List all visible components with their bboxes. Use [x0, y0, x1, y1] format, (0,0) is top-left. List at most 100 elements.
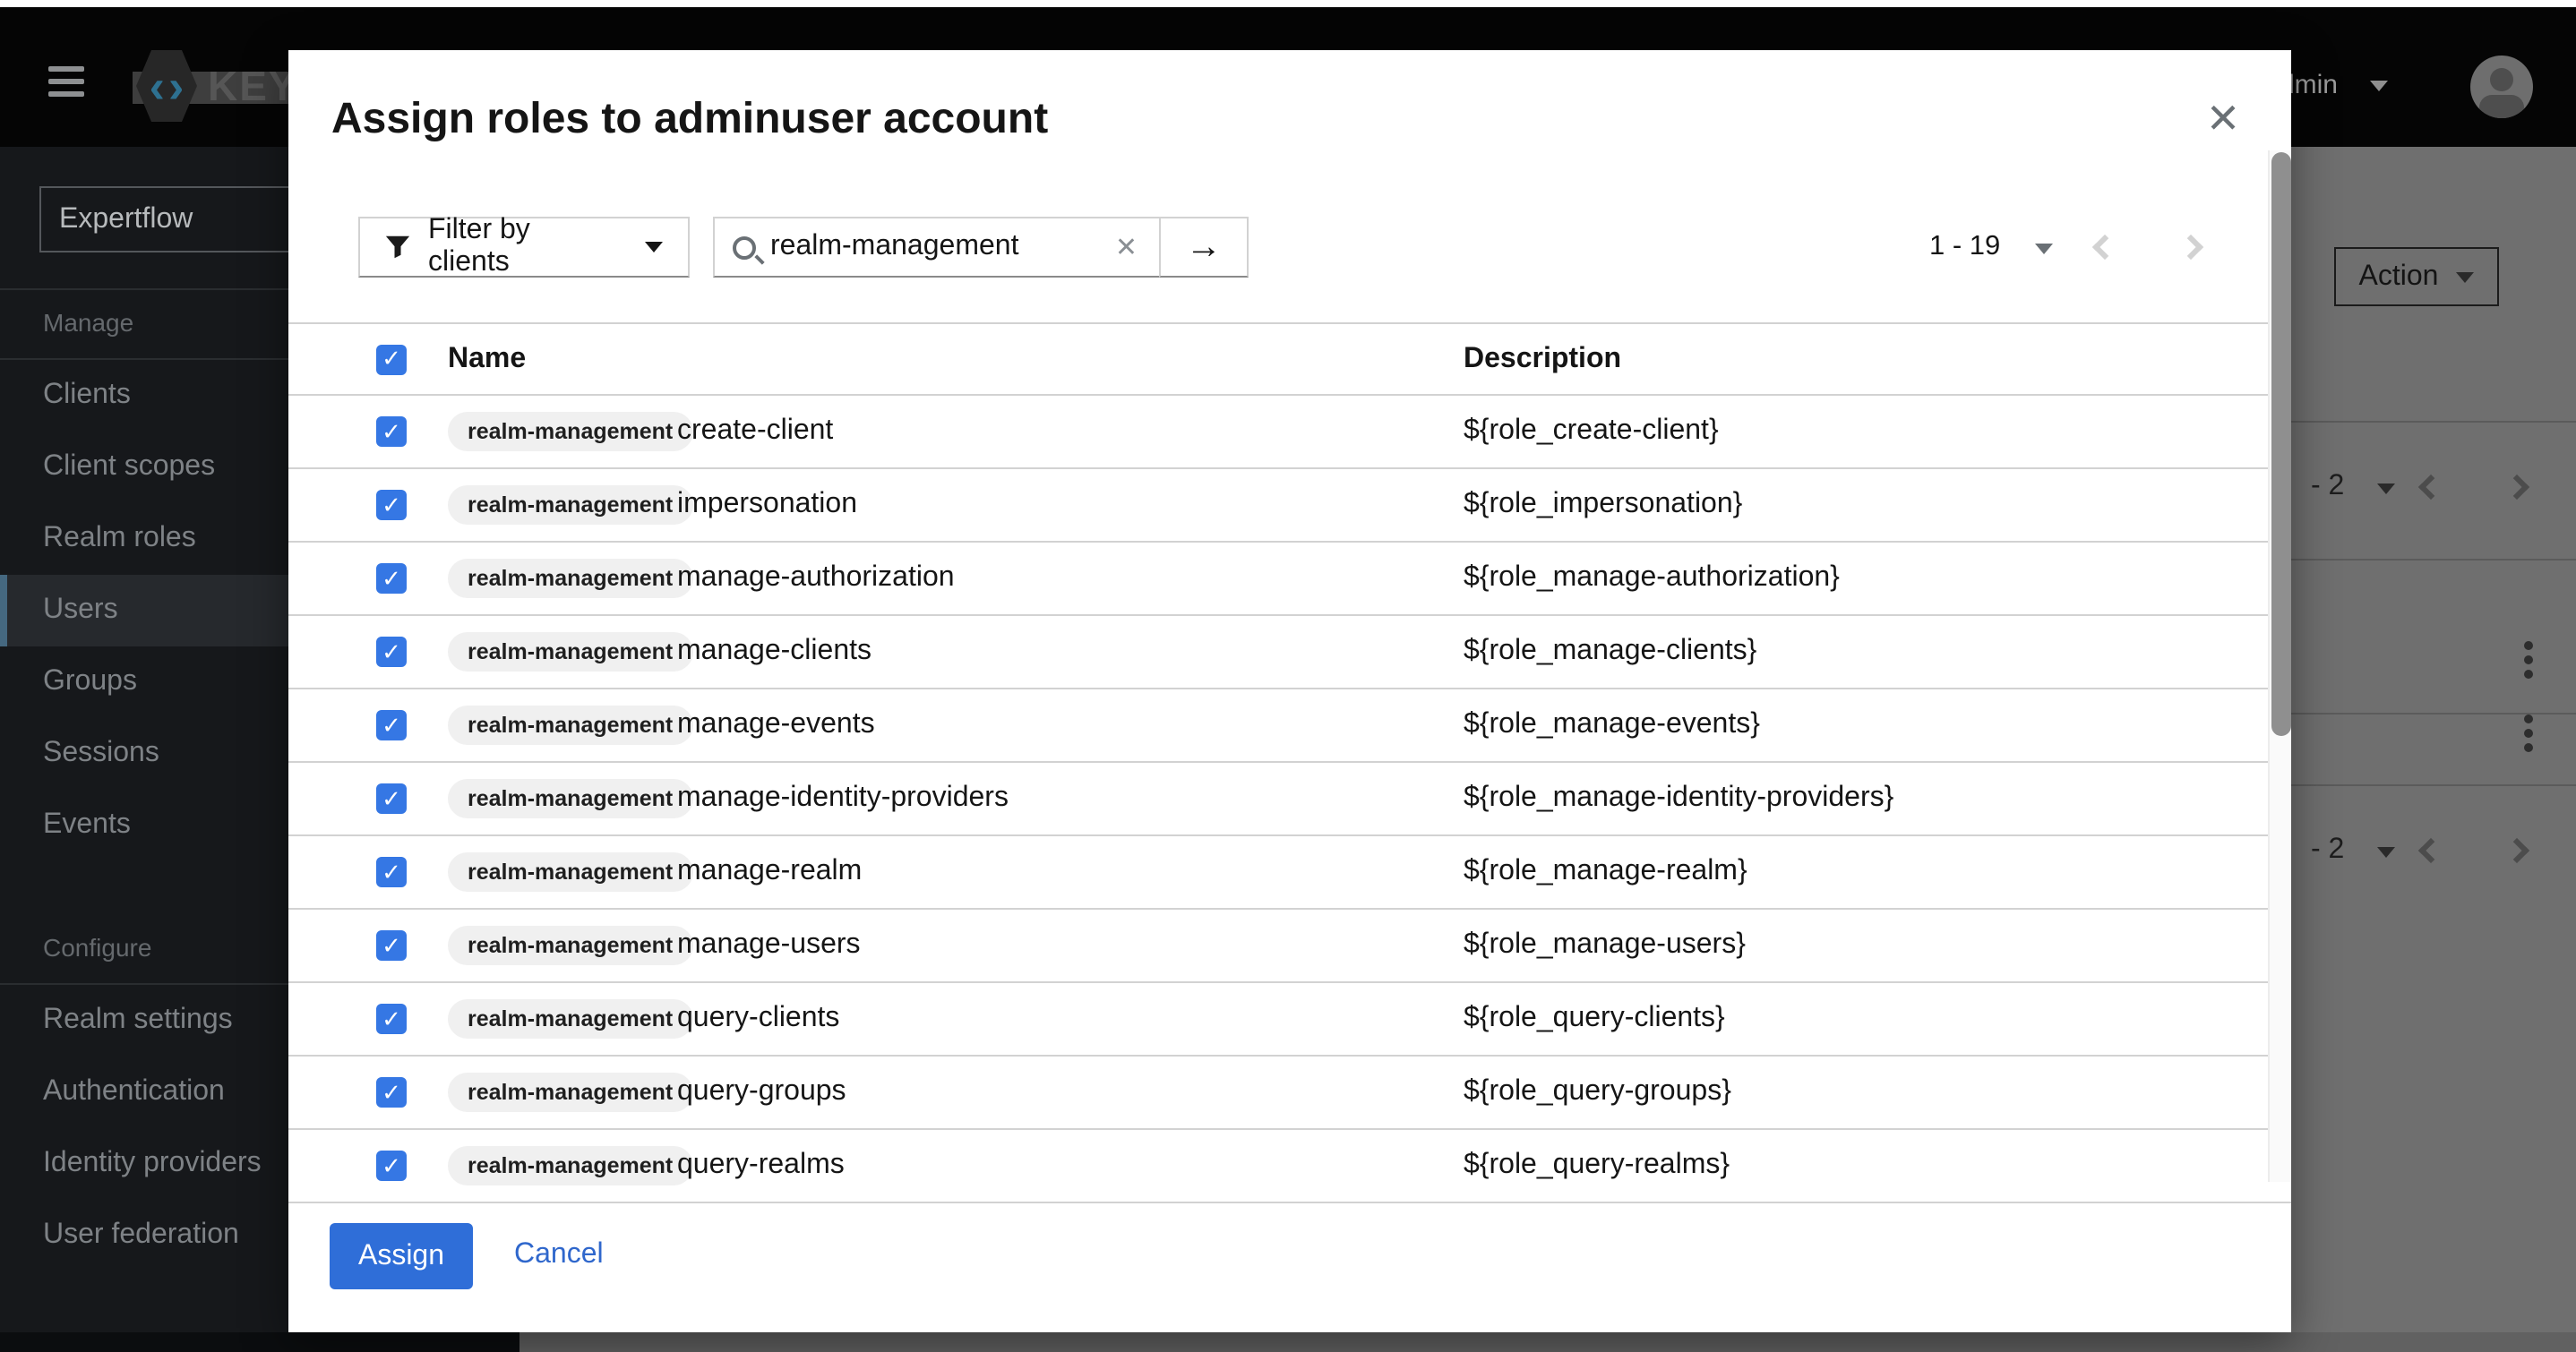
role-name: manage-authorization	[677, 562, 955, 595]
backdrop-bottom-right	[519, 1332, 2576, 1352]
bg-next-page-icon	[2504, 475, 2529, 500]
role-description: ${role_impersonation}	[1464, 489, 1742, 521]
row-checkbox[interactable]: ✓	[376, 490, 407, 520]
row-checkbox[interactable]: ✓	[376, 1077, 407, 1108]
filter-label: Filter by clients	[428, 215, 613, 279]
client-badge: realm-management	[448, 1146, 692, 1185]
role-name: query-realms	[677, 1150, 845, 1182]
bg-prev-page-icon	[2418, 475, 2443, 500]
chevron-left-icon	[2092, 235, 2117, 260]
role-name: impersonation	[677, 489, 857, 521]
table-row: ✓ realm-management manage-clients ${role…	[288, 616, 2291, 689]
row-checkbox[interactable]: ✓	[376, 563, 407, 594]
logo-right-bracket: ›	[168, 63, 184, 109]
bg-pagination-caret-icon	[2377, 847, 2395, 858]
modal-title: Assign roles to adminuser account	[331, 95, 1048, 145]
client-badge: realm-management	[448, 485, 692, 525]
search-icon	[733, 235, 756, 259]
row-checkbox[interactable]: ✓	[376, 930, 407, 961]
avatar[interactable]	[2470, 56, 2533, 118]
close-icon[interactable]: ✕	[2198, 93, 2248, 143]
assign-roles-modal: Assign roles to adminuser account ✕ Filt…	[288, 50, 2291, 1332]
client-badge: realm-management	[448, 1073, 692, 1112]
role-name: manage-realm	[677, 856, 862, 888]
table-row: ✓ realm-management manage-realm ${role_m…	[288, 836, 2291, 910]
clear-search-icon[interactable]: ✕	[1112, 231, 1141, 263]
filter-caret-icon	[645, 242, 663, 252]
row-checkbox[interactable]: ✓	[376, 416, 407, 447]
table-row: ✓ realm-management manage-identity-provi…	[288, 763, 2291, 836]
column-header-description: Description	[1464, 343, 1621, 375]
client-badge: realm-management	[448, 706, 692, 745]
row-checkbox[interactable]: ✓	[376, 857, 407, 887]
bg-pagination-top: - 2	[2291, 457, 2576, 521]
client-badge: realm-management	[448, 852, 692, 892]
filter-by-clients-dropdown[interactable]: Filter by clients	[358, 217, 690, 278]
row-checkbox[interactable]: ✓	[376, 1004, 407, 1034]
role-description: ${role_query-clients}	[1464, 1003, 1725, 1035]
bg-table-divider	[2291, 559, 2576, 560]
role-name: query-clients	[677, 1003, 839, 1035]
roles-table-body: ✓ realm-management create-client ${role_…	[288, 396, 2291, 1203]
pagination-caret-icon[interactable]	[2035, 244, 2053, 254]
client-badge: realm-management	[448, 559, 692, 598]
modal-scrollbar-track[interactable]	[2268, 150, 2291, 1182]
bg-next-page-icon	[2504, 838, 2529, 863]
table-row: ✓ realm-management manage-users ${role_m…	[288, 910, 2291, 983]
row-checkbox[interactable]: ✓	[376, 637, 407, 667]
hamburger-menu-icon[interactable]	[48, 66, 84, 97]
bg-kebab-menu-icon	[2524, 715, 2533, 757]
client-badge: realm-management	[448, 632, 692, 672]
action-label: Action	[2359, 261, 2439, 293]
keycloak-hexagon-icon: ‹ ›	[136, 50, 197, 122]
table-row: ✓ realm-management query-clients ${role_…	[288, 983, 2291, 1057]
prev-page-button[interactable]	[2073, 215, 2137, 279]
keycloak-admin-console: ‹ › KEYCLOAK admin Expertflow ManageClie…	[0, 0, 2576, 1352]
bg-pagination-range: - 2	[2311, 834, 2344, 867]
role-name: manage-events	[677, 709, 875, 741]
role-description: ${role_manage-identity-providers}	[1464, 783, 1893, 815]
role-description: ${role_query-realms}	[1464, 1150, 1730, 1182]
select-all-checkbox[interactable]: ✓	[376, 344, 407, 374]
role-description: ${role_manage-events}	[1464, 709, 1760, 741]
bg-kebab-menu-icon	[2524, 641, 2533, 684]
top-strip	[0, 0, 2576, 7]
bg-pagination-caret-icon	[2377, 483, 2395, 494]
cancel-button[interactable]: Cancel	[514, 1239, 604, 1271]
realm-name: Expertflow	[59, 203, 193, 235]
assign-button[interactable]: Assign	[330, 1223, 473, 1289]
table-row: ✓ realm-management query-realms ${role_q…	[288, 1130, 2291, 1203]
search-input[interactable]	[770, 231, 1112, 263]
bg-table-divider	[2291, 713, 2576, 715]
table-row: ✓ realm-management manage-authorization …	[288, 543, 2291, 616]
pagination-range: 1 - 19	[1929, 231, 2000, 263]
role-description: ${role_create-client}	[1464, 415, 1719, 448]
user-menu-caret-icon[interactable]	[2370, 81, 2388, 91]
client-badge: realm-management	[448, 779, 692, 818]
bg-pagination-range: - 2	[2311, 471, 2344, 503]
column-header-name: Name	[448, 343, 526, 375]
row-checkbox[interactable]: ✓	[376, 710, 407, 740]
logo-left-bracket: ‹	[150, 63, 165, 109]
bg-prev-page-icon	[2418, 838, 2443, 863]
role-description: ${role_manage-realm}	[1464, 856, 1747, 888]
role-description: ${role_manage-authorization}	[1464, 562, 1840, 595]
bg-pagination-bottom: - 2	[2291, 820, 2576, 885]
client-badge: realm-management	[448, 999, 692, 1039]
table-row: ✓ realm-management manage-events ${role_…	[288, 689, 2291, 763]
role-name: query-groups	[677, 1076, 846, 1108]
client-badge: realm-management	[448, 926, 692, 965]
role-name: create-client	[677, 415, 833, 448]
chevron-right-icon	[2178, 235, 2203, 260]
table-row: ✓ realm-management create-client ${role_…	[288, 396, 2291, 469]
table-row: ✓ realm-management query-groups ${role_q…	[288, 1057, 2291, 1130]
filter-funnel-icon	[385, 235, 410, 260]
role-name: manage-identity-providers	[677, 783, 1009, 815]
next-page-button[interactable]	[2159, 215, 2223, 279]
search-submit-button[interactable]: →	[1159, 217, 1249, 278]
bg-table-divider	[2291, 784, 2576, 786]
modal-scrollbar-thumb[interactable]	[2271, 152, 2291, 736]
bg-table-divider	[2291, 421, 2576, 423]
row-checkbox[interactable]: ✓	[376, 783, 407, 814]
row-checkbox[interactable]: ✓	[376, 1151, 407, 1181]
